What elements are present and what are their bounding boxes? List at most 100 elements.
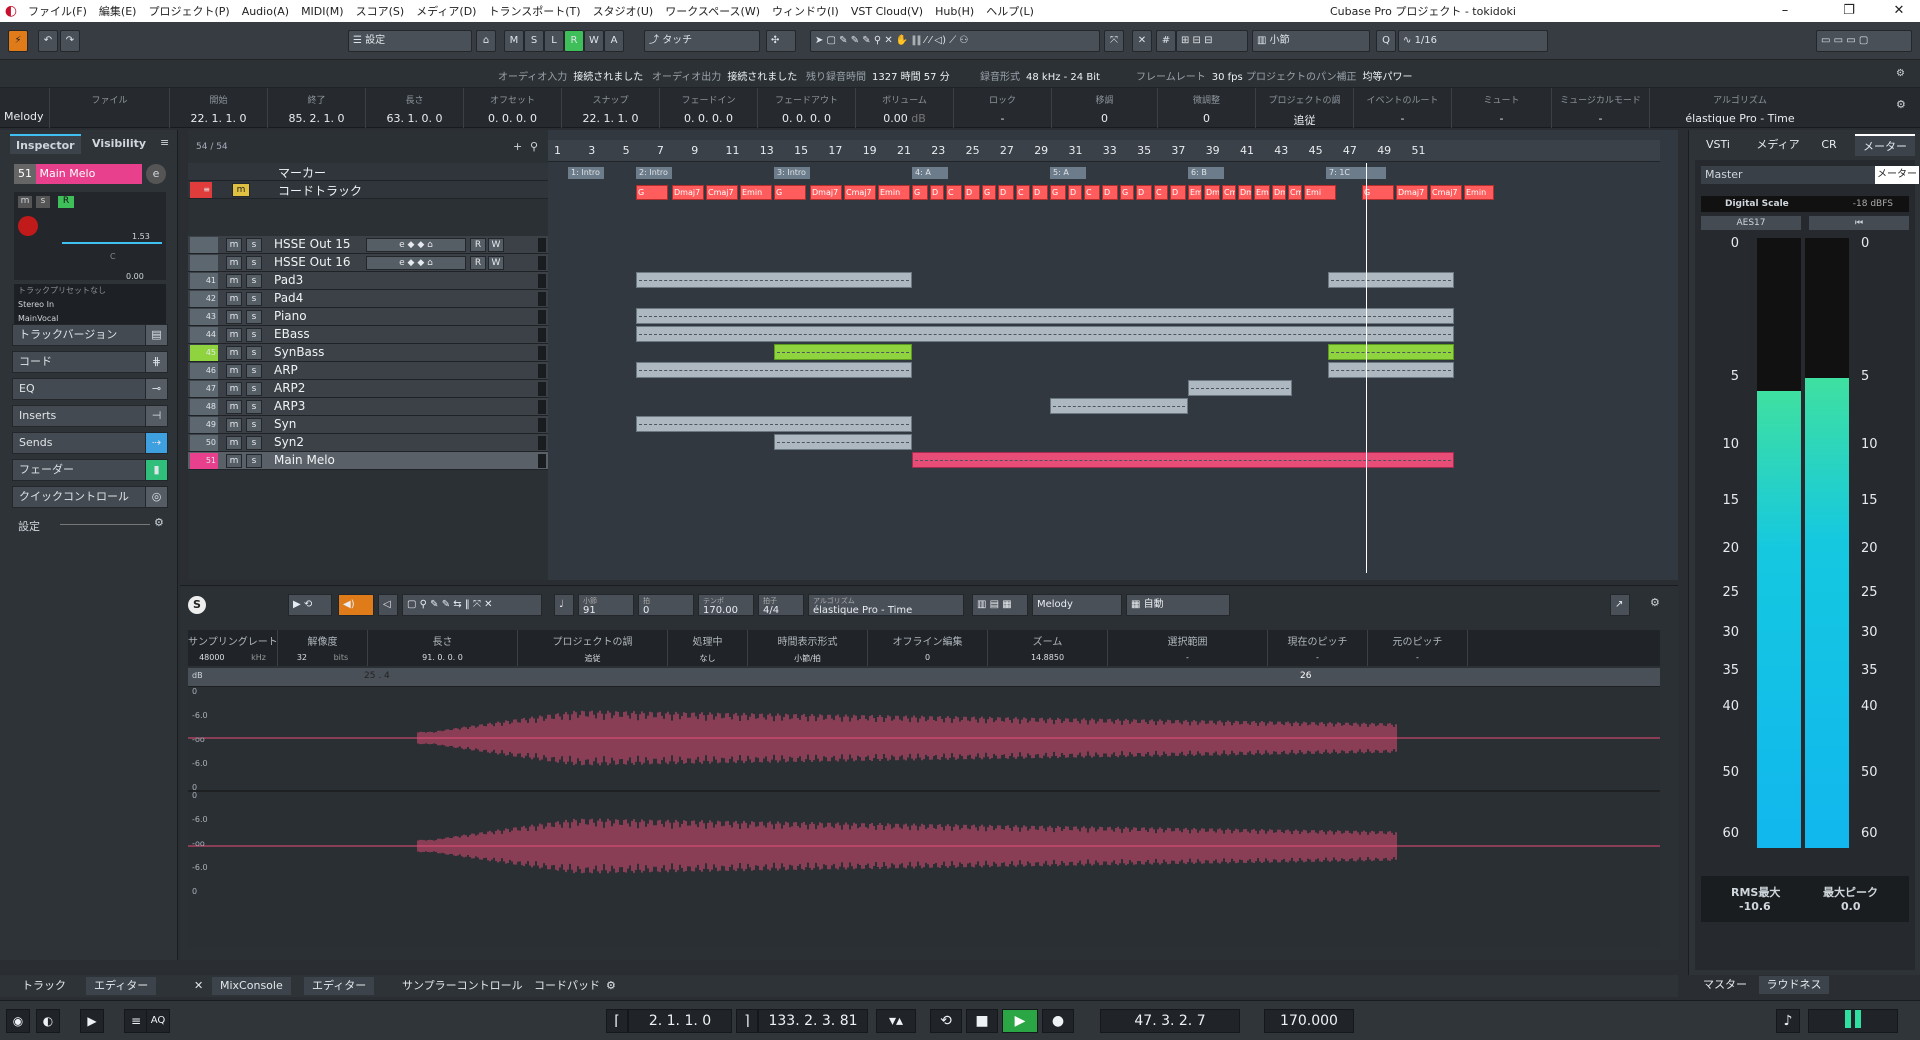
marker-event[interactable]: 7: 1C	[1326, 167, 1386, 179]
tab-editor-left[interactable]: エディター	[86, 977, 157, 995]
quantize-preset-select[interactable]: ∿ 1/16	[1398, 30, 1548, 52]
preset-select[interactable]: ☰ 設定	[348, 30, 472, 52]
section-track-version[interactable]: トラックバージョン ▤	[12, 324, 168, 346]
editor-info-value[interactable]: 32	[297, 653, 307, 662]
chord-event[interactable]: Dmi	[1272, 185, 1286, 200]
chord-event[interactable]: C	[1084, 185, 1100, 200]
editor-mode-select[interactable]: ▦ 自動	[1126, 594, 1230, 616]
chord-event[interactable]: Dmi	[1204, 185, 1220, 200]
chord-event[interactable]: D	[1136, 185, 1152, 200]
chord-event[interactable]: D	[1170, 185, 1186, 200]
track-solo-button[interactable]: s	[246, 382, 262, 396]
menu-help[interactable]: ヘルプ(L)	[980, 3, 1040, 19]
track-mute-button[interactable]: m	[226, 292, 242, 306]
audio-midi-event[interactable]	[774, 344, 912, 360]
info-project-key-value[interactable]: 追従	[1256, 112, 1353, 128]
track-row[interactable]: 46 m s ARP	[188, 362, 548, 380]
tab-loudness[interactable]: ラウドネス	[1759, 976, 1829, 994]
chord-event[interactable]: G	[1050, 185, 1066, 200]
section-fader[interactable]: フェーダー ▮	[12, 459, 168, 481]
redo-icon[interactable]: ↷	[60, 30, 80, 52]
auto-quantize-button[interactable]: AQ	[146, 1009, 170, 1033]
menu-midi[interactable]: MIDI(M)	[295, 5, 350, 18]
activate-project-icon[interactable]: ⚡	[8, 30, 28, 52]
track-row[interactable]: 44 m s EBass	[188, 326, 548, 344]
chord-event[interactable]: G	[774, 185, 806, 200]
snap-icon[interactable]: ⤧	[1104, 30, 1124, 52]
punch-icon[interactable]: ◉	[6, 1009, 30, 1033]
beat-field[interactable]: 拍0	[638, 594, 694, 616]
solo-all-button[interactable]: S	[524, 30, 544, 52]
marker-event[interactable]: 6: B	[1188, 167, 1224, 179]
chord-event[interactable]: G	[982, 185, 996, 200]
tab-media[interactable]: メディア	[1747, 134, 1809, 156]
audition-icon[interactable]: ◀)	[338, 594, 374, 616]
track-mute-button[interactable]: m	[226, 436, 242, 450]
inspector-solo-button[interactable]: s	[36, 196, 50, 208]
inspector-menu-icon[interactable]: ≡	[160, 136, 169, 149]
info-length-value[interactable]: 63. 1. 0. 0	[366, 112, 463, 125]
editor-info-value[interactable]: 91. 0. 0. 0	[422, 653, 463, 662]
chord-track[interactable]: ≡ m コードトラック	[188, 181, 548, 199]
drag-mode-icon[interactable]: ✣	[766, 30, 796, 52]
menu-workspace[interactable]: ワークスペース(W)	[659, 3, 766, 19]
chord-event[interactable]: C	[1154, 185, 1168, 200]
menu-transport[interactable]: トランスポート(T)	[482, 3, 586, 19]
primary-time-display[interactable]: 47. 3. 2. 7	[1100, 1009, 1240, 1033]
tab-visibility[interactable]: Visibility	[86, 134, 152, 154]
menu-project[interactable]: プロジェクト(P)	[142, 3, 235, 19]
menu-hub[interactable]: Hub(H)	[929, 5, 980, 18]
undo-icon[interactable]: ↶	[38, 30, 58, 52]
section-chord[interactable]: コード ⋕	[12, 351, 168, 373]
tab-inspector[interactable]: Inspector	[10, 134, 81, 154]
marker-event[interactable]: 4: A	[912, 167, 948, 179]
audio-midi-event[interactable]	[774, 434, 912, 450]
info-mute-value[interactable]: -	[1452, 112, 1551, 125]
track-read-button[interactable]: R	[470, 238, 486, 252]
menu-score[interactable]: スコア(S)	[350, 3, 411, 19]
chord-event[interactable]: Cmaj7	[706, 185, 738, 200]
info-settings-icon[interactable]: ⚙	[1896, 98, 1906, 111]
snap-on-icon[interactable]: ✕	[1132, 30, 1152, 52]
settings-slider[interactable]	[60, 524, 150, 525]
record-mode-icon[interactable]: ◐	[36, 1009, 60, 1033]
listen-all-button[interactable]: L	[544, 30, 564, 52]
inspector-mute-button[interactable]: m	[18, 196, 32, 208]
section-quick-controls[interactable]: クイックコントロール ◎	[12, 486, 168, 508]
inspector-track-header[interactable]: 51 Main Melo	[14, 164, 142, 184]
lower-zone-settings-icon[interactable]: ⚙	[598, 977, 624, 995]
menu-edit[interactable]: 編集(E)	[93, 3, 143, 19]
note-icon[interactable]: ♩	[554, 594, 574, 616]
track-mute-button[interactable]: m	[226, 256, 242, 270]
menu-file[interactable]: ファイル(F)	[22, 3, 93, 19]
constrain-delay-icon[interactable]: ⌂	[476, 30, 496, 52]
edit-channel-icon[interactable]: e	[146, 164, 166, 184]
track-row[interactable]: m s HSSE Out 15 e ◆ ◆ ⌂ R W	[188, 236, 548, 254]
chord-event[interactable]: D	[1068, 185, 1082, 200]
section-sends[interactable]: Sends ⇢	[12, 432, 168, 454]
editor-info-value[interactable]: 0	[925, 653, 930, 662]
close-lower-zone-icon[interactable]: ✕	[186, 977, 211, 995]
chord-event[interactable]: Emi	[1304, 185, 1336, 200]
editor-info-value[interactable]: 14.8850	[1031, 653, 1064, 662]
info-event-root-value[interactable]: -	[1354, 112, 1451, 125]
track-mute-button[interactable]: m	[226, 364, 242, 378]
tab-sampler-control[interactable]: サンプラーコントロール	[394, 977, 531, 995]
track-mute-button[interactable]: m	[226, 400, 242, 414]
track-solo-button[interactable]: s	[246, 454, 262, 468]
track-row[interactable]: m s HSSE Out 16 e ◆ ◆ ⌂ R W	[188, 254, 548, 272]
chord-event[interactable]: G	[1120, 185, 1134, 200]
editor-settings-icon[interactable]: ⚙	[1650, 596, 1660, 609]
speaker-icon[interactable]: ◁	[378, 594, 398, 616]
track-write-button[interactable]: W	[488, 256, 504, 270]
tool-buttons[interactable]: ➤ ▢ ✎ ✎ ✎ ⚲ ✕ ✋ ‖‖ ⁄ ⁄ ◁) ⟋ ⚇	[810, 30, 1100, 52]
chord-event[interactable]: Emin	[740, 185, 772, 200]
chord-event[interactable]: Dmaj7	[672, 185, 704, 200]
timeline-ruler[interactable]: 1 3 5 7 9 11 13 15 17 19 21 23 25 27 29 31 33 35 37 39 41 43 4…	[548, 140, 1660, 162]
audio-midi-event[interactable]	[636, 362, 912, 378]
write-all-button[interactable]: W	[584, 30, 604, 52]
audio-midi-event[interactable]	[636, 326, 1454, 342]
aes17-button[interactable]: AES17	[1701, 216, 1801, 230]
close-icon[interactable]: ✕	[1880, 0, 1918, 22]
info-lock-value[interactable]: -	[954, 112, 1051, 125]
